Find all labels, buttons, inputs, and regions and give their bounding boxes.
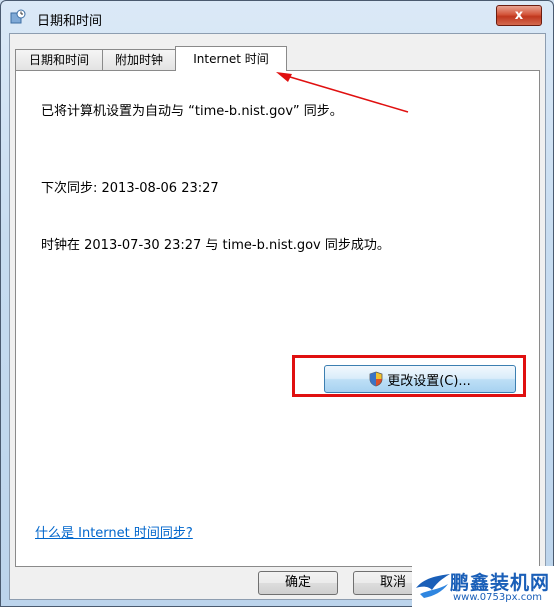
change-settings-button[interactable]: 更改设置(C)... bbox=[324, 365, 516, 393]
internet-time-help-link[interactable]: 什么是 Internet 时间同步? bbox=[35, 522, 193, 541]
tab-additional-clocks[interactable]: 附加时钟 bbox=[102, 49, 176, 70]
tab-date-time[interactable]: 日期和时间 bbox=[15, 49, 103, 70]
last-sync-text: 时钟在 2013-07-30 23:27 与 time-b.nist.gov 同… bbox=[41, 238, 390, 253]
ok-button[interactable]: 确定 bbox=[258, 571, 338, 595]
tab-label: 日期和时间 bbox=[28, 53, 89, 67]
close-button[interactable]: x bbox=[496, 5, 542, 26]
next-sync-text: 下次同步: 2013-08-06 23:27 bbox=[41, 181, 219, 196]
dialog-client: 日期和时间 附加时钟 Internet 时间 已将计算机设置为自动与 “time… bbox=[9, 33, 546, 600]
clock-icon bbox=[10, 9, 26, 24]
title-bar[interactable]: 日期和时间 x bbox=[1, 1, 553, 33]
tab-internet-time[interactable]: Internet 时间 bbox=[175, 46, 287, 71]
site-watermark: 鹏鑫装机网 www.0753px.com bbox=[412, 566, 554, 607]
dialog-window: 日期和时间 x 日期和时间 附加时钟 Internet 时间 已将计算机设置为自… bbox=[0, 0, 554, 607]
watermark-brand: 鹏鑫装机网 bbox=[450, 572, 551, 594]
tab-label: 附加时钟 bbox=[114, 53, 163, 67]
close-icon: x bbox=[514, 8, 524, 23]
bird-logo-icon bbox=[416, 574, 450, 598]
change-settings-label: 更改设置(C)... bbox=[387, 373, 471, 389]
sync-status-text: 已将计算机设置为自动与 “time-b.nist.gov” 同步。 bbox=[41, 104, 343, 119]
uac-shield-icon bbox=[369, 371, 383, 387]
tab-label: Internet 时间 bbox=[193, 52, 269, 66]
tab-panel-internet-time: 已将计算机设置为自动与 “time-b.nist.gov” 同步。 下次同步: … bbox=[15, 70, 540, 567]
watermark-url: www.0753px.com bbox=[453, 592, 543, 603]
window-title: 日期和时间 bbox=[37, 14, 103, 29]
